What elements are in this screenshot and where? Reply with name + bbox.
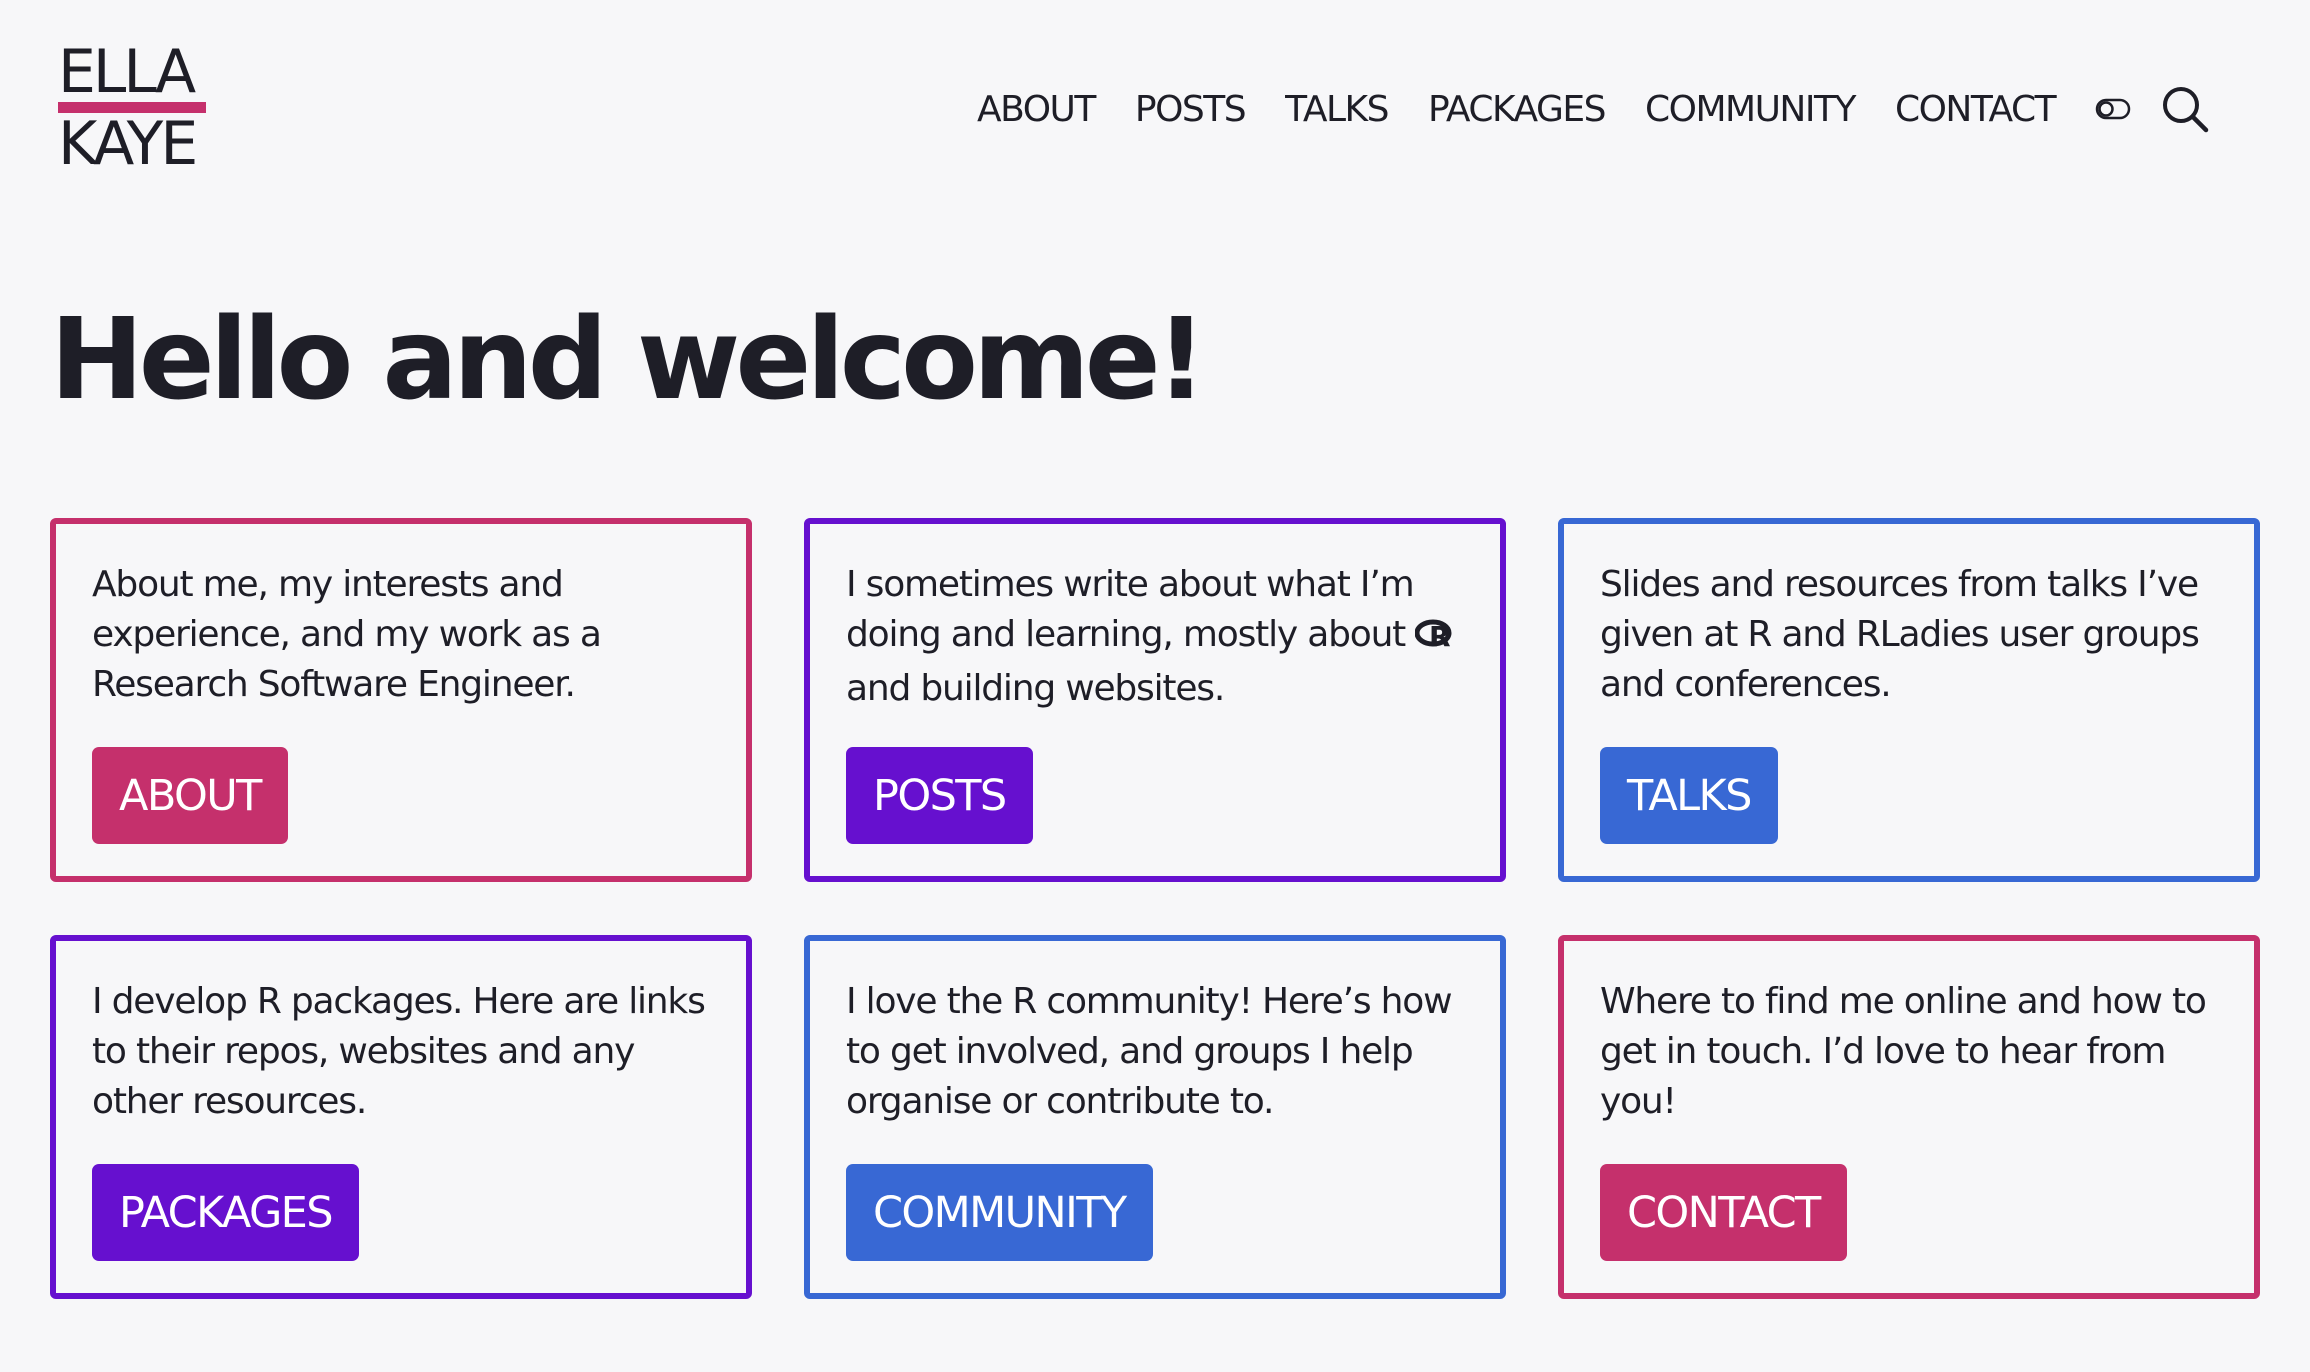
card-talks: Slides and resources from talks I’ve giv… (1558, 518, 2260, 882)
community-button[interactable]: COMMUNITY (846, 1164, 1153, 1261)
main-navigation: ABOUT POSTS TALKS PACKAGES COMMUNITY CON… (977, 84, 2239, 134)
nav-item-posts[interactable]: POSTS (1135, 89, 1247, 130)
card-contact: Where to find me online and how to get i… (1558, 935, 2260, 1299)
r-logo-icon: R (1414, 614, 1457, 664)
card-description: Where to find me online and how to get i… (1600, 981, 2207, 1122)
card-description: Slides and resources from talks I’ve giv… (1600, 564, 2200, 705)
card-community: I love the R community! Here’s how to ge… (804, 935, 1506, 1299)
card-description-part1: I sometimes write about what I’m doing a… (846, 564, 1416, 655)
nav-item-about[interactable]: ABOUT (977, 89, 1096, 130)
card-posts: I sometimes write about what I’m doing a… (804, 518, 1506, 882)
nav-item-community[interactable]: COMMUNITY (1645, 89, 1856, 130)
search-icon[interactable] (2161, 85, 2209, 133)
logo-last-name: KAYE (58, 109, 198, 179)
talks-button[interactable]: TALKS (1600, 747, 1778, 844)
packages-button[interactable]: PACKAGES (92, 1164, 359, 1261)
card-about: About me, my interests and experience, a… (50, 518, 752, 882)
card-description: I love the R community! Here’s how to ge… (846, 981, 1453, 1122)
card-description: I develop R packages. Here are links to … (92, 981, 706, 1122)
contact-button[interactable]: CONTACT (1600, 1164, 1847, 1261)
card-description: About me, my interests and experience, a… (92, 564, 602, 705)
card-packages: I develop R packages. Here are links to … (50, 935, 752, 1299)
page-title: Hello and welcome! (50, 295, 1207, 425)
card-description: I sometimes write about what I’m doing a… (846, 560, 1486, 714)
svg-text:R: R (1429, 620, 1450, 650)
posts-button[interactable]: POSTS (846, 747, 1033, 844)
nav-item-contact[interactable]: CONTACT (1895, 89, 2057, 130)
toggle-icon[interactable] (2095, 97, 2131, 121)
nav-item-packages[interactable]: PACKAGES (1428, 89, 1607, 130)
logo-first-name: ELLA (58, 37, 196, 107)
nav-item-talks[interactable]: TALKS (1285, 89, 1389, 130)
card-description-part2: and building websites. (846, 668, 1225, 709)
about-button[interactable]: ABOUT (92, 747, 288, 844)
site-logo[interactable]: ELLA KAYE (55, 38, 210, 178)
